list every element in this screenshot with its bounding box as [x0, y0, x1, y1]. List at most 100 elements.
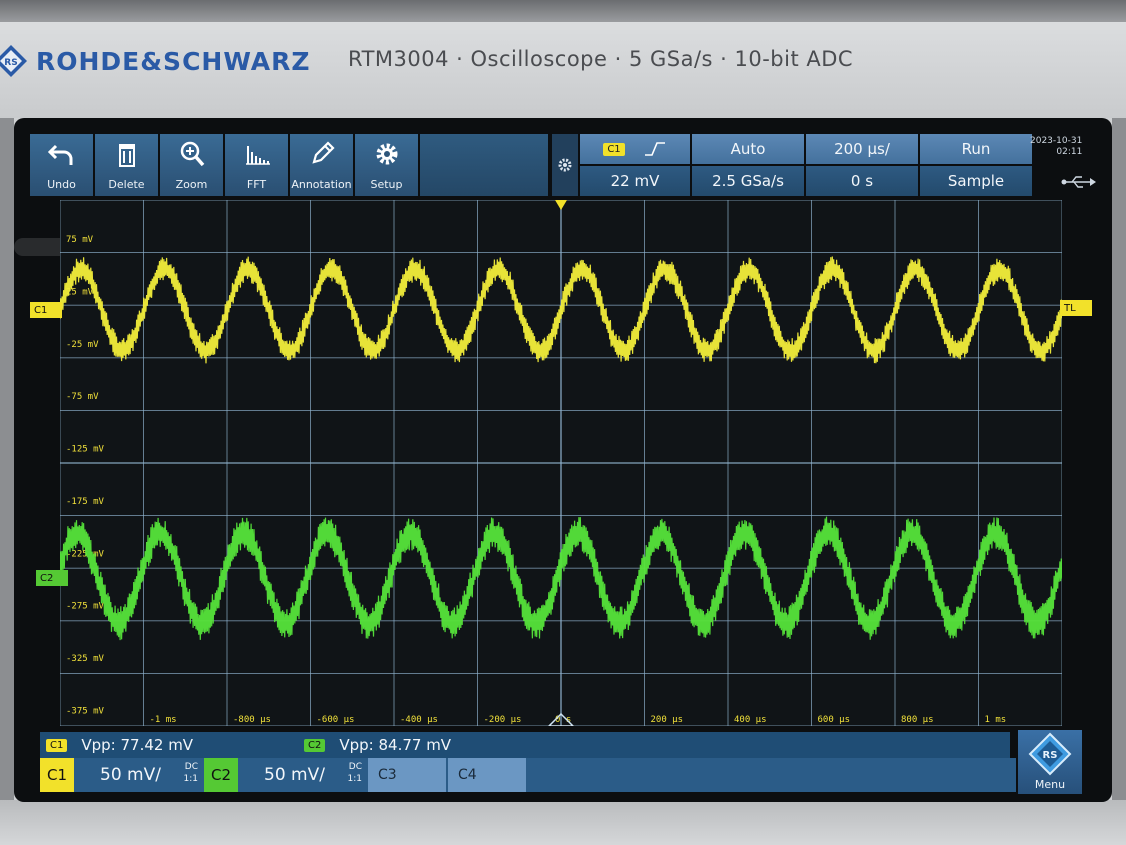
y-tick-label: -75 mV [66, 392, 99, 402]
time-offset: 0 s [850, 172, 874, 190]
annotation-label: Annotation [291, 178, 352, 191]
x-tick-label: 600 µs [818, 715, 851, 725]
run-state-cell[interactable]: Run [920, 134, 1032, 164]
y-tick-label: -25 mV [66, 340, 99, 350]
c4-label: C4 [458, 767, 477, 783]
c1-vpp: Vpp: 77.42 mV [81, 736, 194, 754]
c1-scale: 50 mV/ [100, 765, 161, 785]
y-tick-label: -325 mV [66, 654, 105, 664]
c1-offset-marker[interactable]: C1 [30, 302, 62, 318]
trigger-source: C1 [603, 142, 625, 156]
trigger-mode: Auto [730, 140, 766, 158]
gear-icon [376, 143, 397, 165]
trigger-level-cell[interactable]: 22 mV [580, 166, 690, 196]
c2-measurement[interactable]: C2 Vpp: 84.77 mV [304, 732, 451, 758]
sample-rate-cell[interactable]: 2.5 GSa/s [692, 166, 804, 196]
menu-button[interactable]: RS Menu [1018, 730, 1082, 794]
x-tick-label: 200 µs [651, 715, 684, 725]
waveform-plot[interactable]: 75 mV 25 mV -25 mV -75 mV -125 mV -175 mV -225… [60, 200, 1062, 726]
acquisition-header: C1 Auto 200 µs/ Run 22 mV 2.5 GSa/s 0 s … [580, 134, 1100, 196]
x-tick-label: 1 ms [985, 715, 1007, 725]
delete-label: Delete [108, 178, 145, 191]
acq-mode-cell[interactable]: Sample [920, 166, 1032, 196]
c2-marker-label: C2 [40, 572, 54, 584]
measurement-bar: C1 Vpp: 77.42 mV C2 Vpp: 84.77 mV [40, 732, 1010, 758]
trigger-level-marker-label: TL [1064, 302, 1076, 314]
y-tick-label: -375 mV [66, 706, 105, 716]
delete-button[interactable]: Delete [95, 134, 158, 196]
time-text: 02:11 [1056, 147, 1083, 157]
fft-button[interactable]: FFT [225, 134, 288, 196]
pencil-icon [311, 141, 335, 164]
trigger-source-cell[interactable]: C1 [580, 134, 690, 164]
fft-icon [245, 146, 270, 165]
c2-label: C2 [204, 758, 238, 792]
gear-icon [558, 158, 572, 172]
channel-c1[interactable]: C1 50 mV/ DC 1:1 [40, 758, 202, 792]
toolbar-empty-area [420, 134, 548, 196]
time-scale: 200 µs/ [834, 140, 890, 158]
svg-text:RS: RS [1043, 750, 1058, 761]
date-text: 2023-10-31 [1030, 136, 1083, 146]
c2-scale: 50 mV/ [264, 765, 325, 785]
c1-measurement[interactable]: C1 Vpp: 77.42 mV [46, 732, 193, 758]
fft-label: FFT [246, 178, 267, 191]
trash-icon [118, 144, 135, 167]
rising-edge-icon [644, 142, 665, 156]
channel-c3[interactable]: C3 [368, 758, 446, 792]
x-tick-label: -200 µs [484, 715, 522, 725]
run-state: Run [961, 140, 991, 158]
time-offset-cell[interactable]: 0 s [806, 166, 918, 196]
time-scale-cell[interactable]: 200 µs/ [806, 134, 918, 164]
bezel-right [1112, 118, 1126, 808]
annotation-button[interactable]: Annotation [290, 134, 353, 196]
rs-logo-icon: RS [1028, 732, 1072, 776]
sample-rate: 2.5 GSa/s [712, 172, 784, 190]
channel-c4[interactable]: C4 [448, 758, 526, 792]
c3-label: C3 [378, 767, 397, 783]
trigger-level-marker[interactable]: TL [1060, 300, 1092, 316]
y-tick-label: 75 mV [66, 235, 94, 245]
c2-vpp: Vpp: 84.77 mV [339, 736, 452, 754]
usb-icon [1061, 176, 1096, 188]
instrument-bezel-top: RS ROHDE&SCHWARZ RTM3004 · Oscilloscope … [0, 0, 1126, 118]
quick-settings-button[interactable] [552, 134, 578, 196]
undo-icon [47, 144, 72, 165]
acq-mode: Sample [947, 172, 1005, 190]
trigger-mode-cell[interactable]: Auto [692, 134, 804, 164]
zoom-button[interactable]: Zoom [160, 134, 223, 196]
c2-meas-tag: C2 [304, 738, 326, 752]
bezel-left [0, 118, 14, 808]
c2-coupling: DC 1:1 [348, 761, 362, 785]
x-tick-label: -1 ms [150, 715, 177, 725]
c1-meas-tag: C1 [46, 738, 68, 752]
y-tick-label: -275 mV [66, 602, 105, 612]
c2-offset-marker[interactable]: C2 [36, 570, 68, 587]
menu-label: Menu [1034, 778, 1066, 791]
y-tick-label: -175 mV [66, 497, 105, 507]
x-tick-label: -600 µs [317, 715, 355, 725]
zoom-icon [180, 141, 204, 167]
datetime: 2023-10-31 02:11 [1030, 136, 1082, 158]
setup-button[interactable]: Setup [355, 134, 418, 196]
setup-label: Setup [370, 178, 403, 191]
channel-c2[interactable]: C2 50 mV/ DC 1:1 [204, 758, 366, 792]
c1-coupling: DC 1:1 [184, 761, 198, 785]
c2-probe-ratio: 1:1 [347, 774, 362, 784]
c1-probe-ratio: 1:1 [183, 774, 198, 784]
y-tick-label: -125 mV [66, 445, 105, 455]
c1-coupling-mode: DC [184, 762, 198, 772]
c1-marker-label: C1 [34, 304, 48, 316]
waveform-canvas: 75 mV25 mV-25 mV-75 mV-125 mV-175 mV-225… [60, 200, 1062, 726]
undo-label: Undo [47, 178, 76, 191]
x-tick-label: -400 µs [400, 715, 438, 725]
oscilloscope-screen: Undo Delete Zoom FFT Annotation Setup C1 [14, 118, 1112, 802]
undo-button[interactable]: Undo [30, 134, 93, 196]
x-tick-label: -800 µs [233, 715, 271, 725]
brand: RS ROHDE&SCHWARZ [0, 38, 311, 84]
x-tick-label: 800 µs [901, 715, 934, 725]
svg-text:RS: RS [4, 58, 17, 68]
c2-coupling-mode: DC [348, 762, 362, 772]
trigger-level: 22 mV [610, 172, 660, 190]
zoom-label: Zoom [175, 178, 208, 191]
